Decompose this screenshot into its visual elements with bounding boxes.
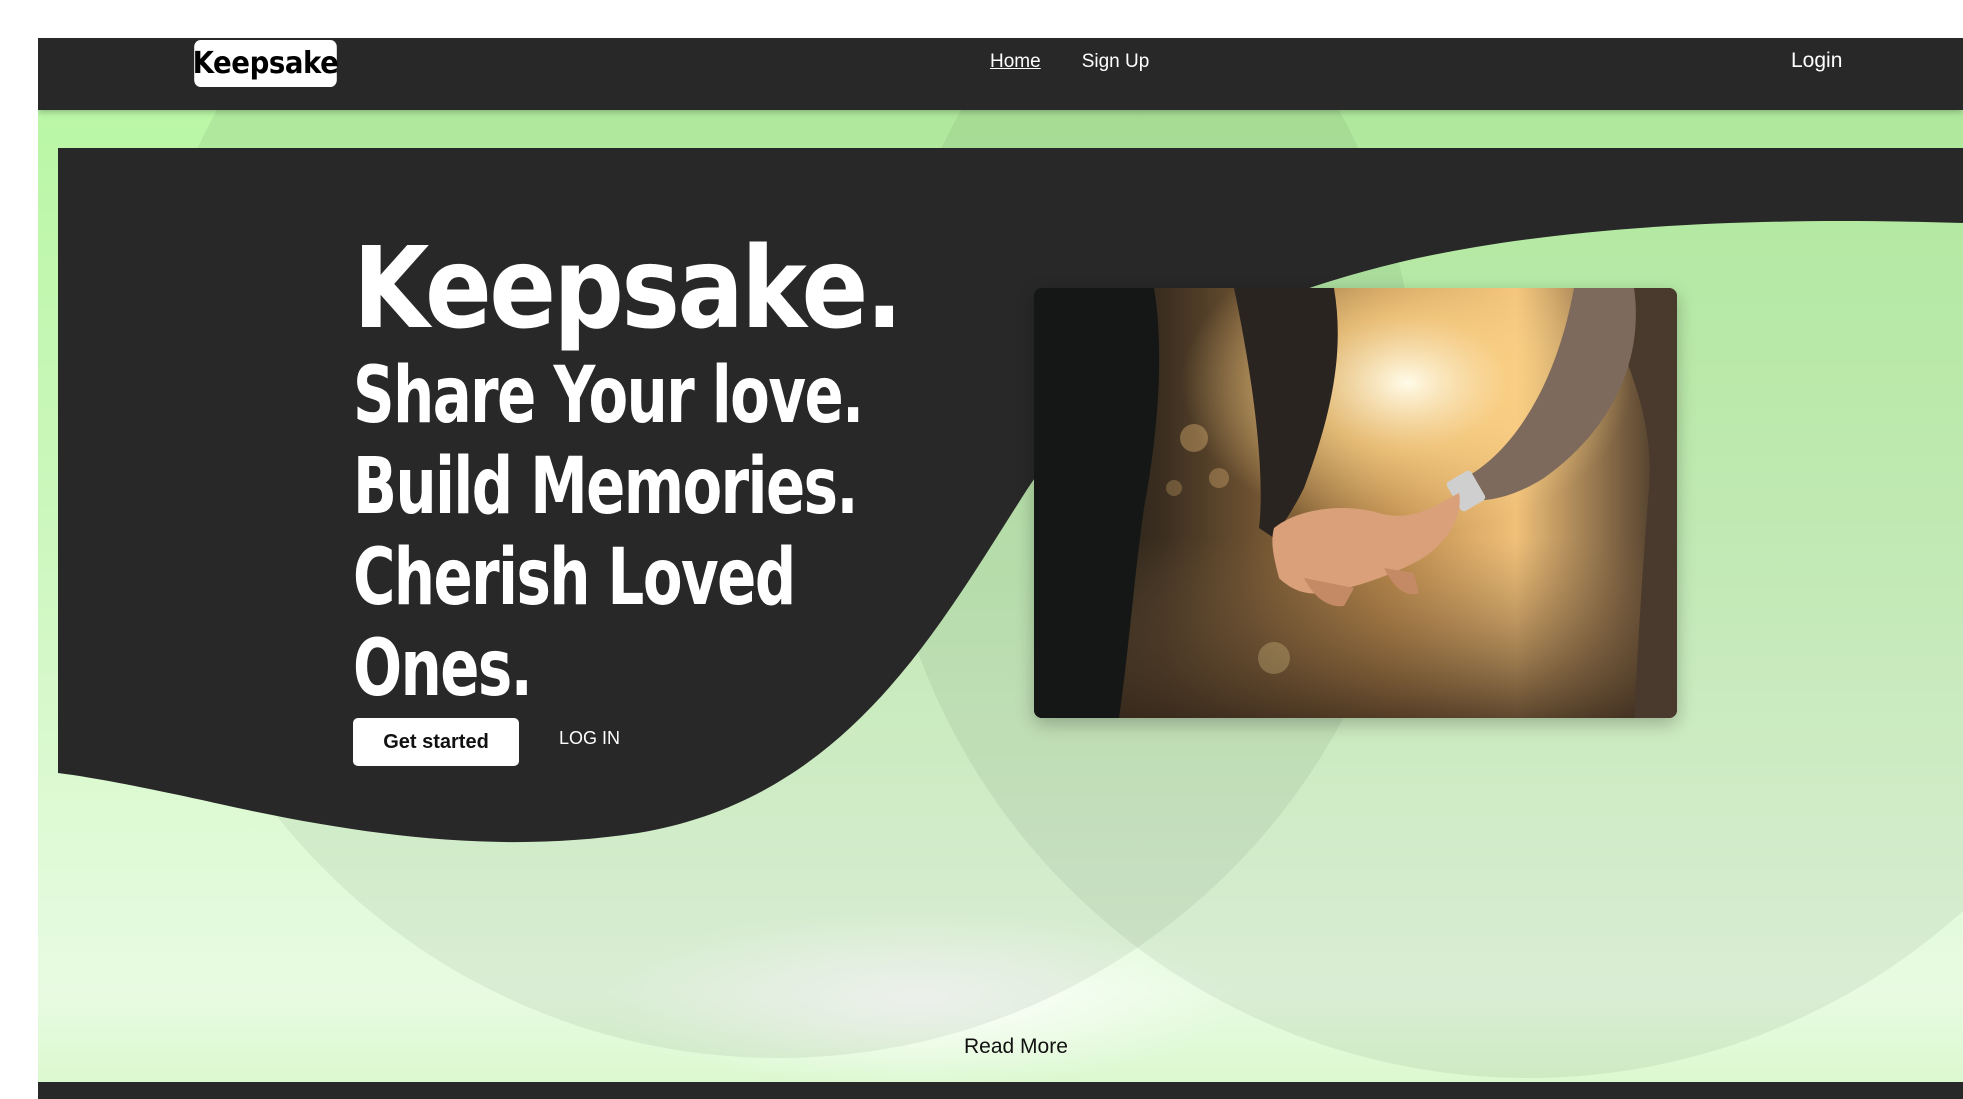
bottom-bar (38, 1082, 1963, 1099)
page: Keepsake Home Sign Up Login Keepsake. Sh… (38, 38, 1963, 1099)
nav-link-home[interactable]: Home (990, 51, 1041, 73)
read-more-link[interactable]: Read More (964, 1035, 1068, 1059)
hero-login-button[interactable]: LOG IN (559, 728, 620, 749)
logo[interactable]: Keepsake (193, 40, 339, 87)
hero-brand: Keepsake. (353, 224, 903, 354)
hero-heading: Keepsake. Share Your love. Build Memorie… (353, 233, 1033, 715)
nav-links: Home Sign Up (990, 51, 1149, 73)
nav-link-sign-up[interactable]: Sign Up (1082, 51, 1150, 73)
top-navbar: Keepsake Home Sign Up Login (38, 38, 1963, 110)
hero-tagline: Share Your love. Build Memories. Cherish… (353, 351, 864, 714)
get-started-button[interactable]: Get started (353, 718, 519, 766)
nav-login-link[interactable]: Login (1791, 49, 1842, 73)
couple-holding-hands-image (1034, 288, 1677, 718)
couple-holding-hands-icon (1034, 288, 1677, 718)
